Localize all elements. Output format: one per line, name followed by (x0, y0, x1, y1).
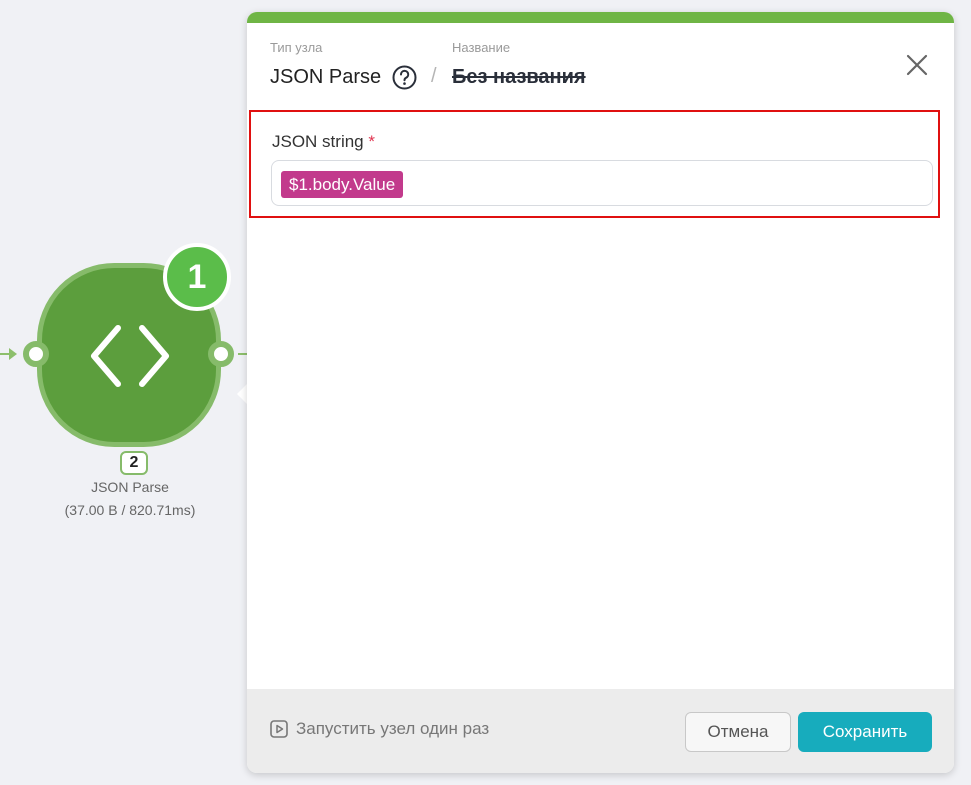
node-type-caption: Тип узла (270, 40, 323, 55)
node-stats-label: (37.00 B / 820.71ms) (64, 502, 196, 518)
node-name-field[interactable]: Без названия (452, 66, 586, 89)
node-index-badge: 2 (120, 451, 148, 475)
json-string-field-group: JSON string * $1.body.Value (249, 110, 940, 218)
node-type-value: JSON Parse (270, 66, 382, 88)
close-icon[interactable] (905, 53, 929, 77)
step-number-badge: 1 (163, 243, 231, 311)
node-settings-panel: Тип узла Название JSON Parse / Без назва… (247, 12, 954, 773)
variable-token[interactable]: $1.body.Value (281, 171, 404, 198)
panel-pointer (237, 384, 247, 404)
run-once-button[interactable]: Запустить узел один раз (270, 719, 489, 739)
node-name-label: JSON Parse (91, 479, 169, 495)
panel-accent-bar (247, 12, 954, 23)
required-mark: * (368, 132, 375, 151)
json-string-input[interactable]: $1.body.Value (271, 160, 933, 206)
code-brackets-icon (91, 325, 169, 387)
cancel-button[interactable]: Отмена (685, 712, 791, 752)
input-port[interactable] (23, 341, 49, 367)
panel-footer: Запустить узел один раз Отмена Сохранить (247, 689, 954, 773)
json-string-label-text: JSON string (272, 132, 364, 151)
header-separator: / (431, 65, 437, 87)
help-icon[interactable] (392, 65, 417, 90)
run-once-label: Запустить узел один раз (296, 719, 490, 738)
output-port[interactable] (208, 341, 234, 367)
node-name-caption: Название (452, 40, 511, 55)
save-button[interactable]: Сохранить (798, 712, 932, 752)
json-string-label: JSON string * (272, 132, 375, 152)
incoming-edge-arrow (9, 348, 17, 360)
play-icon (270, 720, 288, 738)
